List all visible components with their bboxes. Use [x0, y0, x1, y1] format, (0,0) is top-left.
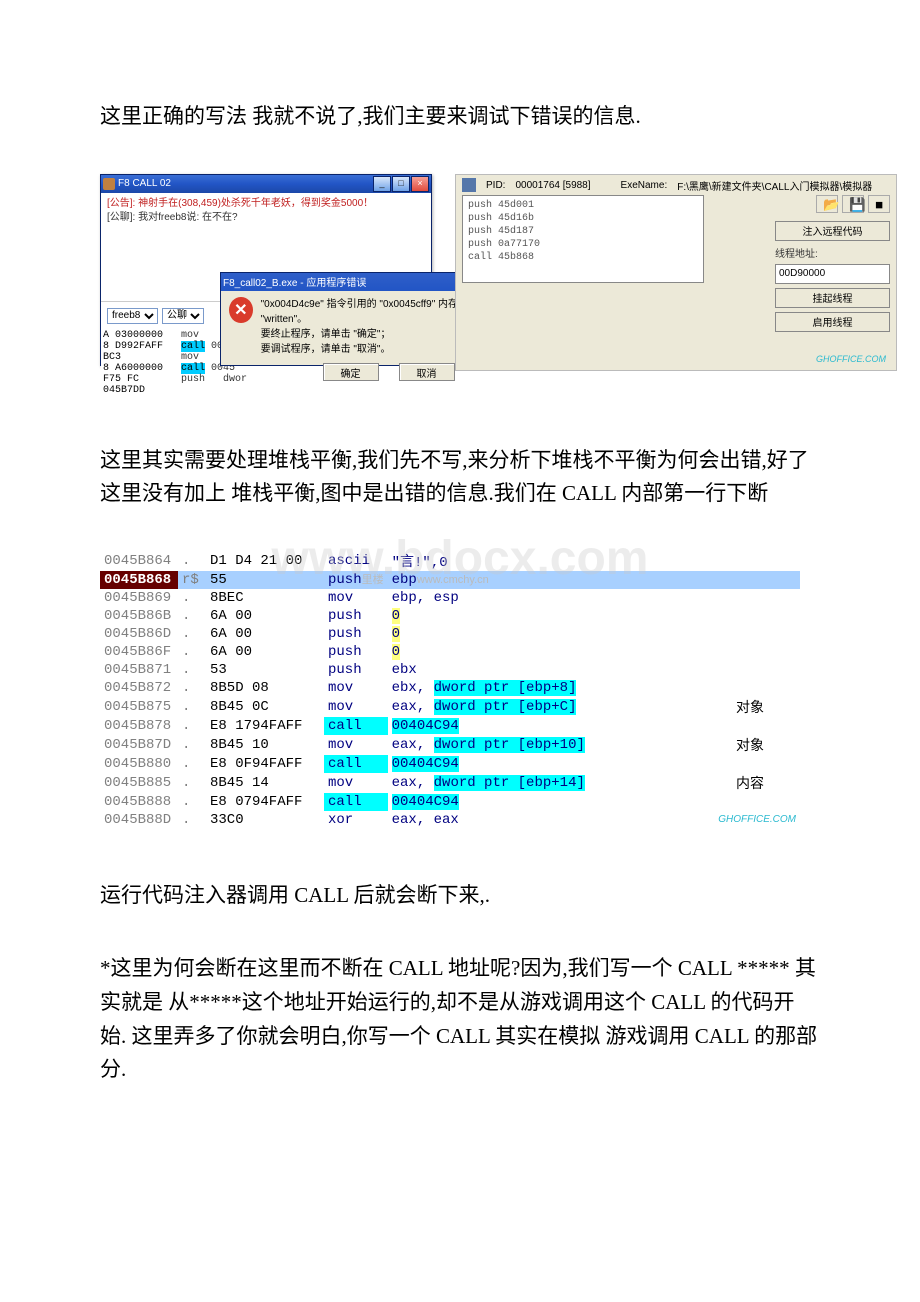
- watermark-brand: GHOFFICE.COM: [816, 354, 886, 364]
- disasm-row[interactable]: 0045B872.8B5D 08movebx, dword ptr [ebp+8…: [100, 679, 800, 697]
- thread-addr-input[interactable]: [775, 264, 890, 284]
- code-line: push 45d001: [468, 199, 698, 212]
- pid-label: PID:: [486, 180, 505, 191]
- suspend-thread-button[interactable]: 挂起线程: [775, 288, 890, 308]
- disasm-row[interactable]: 0045B86D.6A 00push0: [100, 625, 800, 643]
- paragraph-1: 这里正确的写法 我就不说了,我们主要来调试下错误的信息.: [100, 100, 820, 134]
- minimize-button[interactable]: _: [373, 176, 391, 192]
- code-line: push 45d16b: [468, 212, 698, 225]
- paragraph-3: 运行代码注入器调用 CALL 后就会断下来,.: [100, 879, 820, 913]
- disasm-row[interactable]: 0045B86B.6A 00push0: [100, 607, 800, 625]
- app-icon: [103, 178, 115, 190]
- disasm-row[interactable]: 0045B871.53pushebx: [100, 661, 800, 679]
- disasm-row[interactable]: 0045B88D.33C0xoreax, eax: [100, 811, 800, 829]
- screenshot-error-dialog: F8 CALL 02 _ □ × [公告]: 神射手在(308,459)处杀死千…: [100, 174, 890, 394]
- code-line: call 45b868: [468, 251, 698, 264]
- window-title: F8 CALL 02: [118, 178, 171, 189]
- disasm-row[interactable]: 0045B880.E8 0F94FAFFcall00404C94: [100, 755, 800, 773]
- disasm-row[interactable]: 0045B875.8B45 0Cmoveax, dword ptr [ebp+C…: [100, 697, 800, 717]
- code-line: push 45d187: [468, 225, 698, 238]
- resume-thread-button[interactable]: 启用线程: [775, 312, 890, 332]
- code-injector-panel: PID: 00001764 [5988] ExeName: F:\黑鹰\新建文件…: [455, 174, 897, 371]
- disasm-row[interactable]: 0045B86F.6A 00push0: [100, 643, 800, 661]
- disasm-row[interactable]: 0045B888.E8 0794FAFFcall00404C94: [100, 793, 800, 811]
- disasm-row[interactable]: 0045B885.8B45 14moveax, dword ptr [ebp+1…: [100, 773, 800, 793]
- inject-button[interactable]: 注入远程代码: [775, 221, 890, 241]
- stop-icon[interactable]: ■: [868, 195, 890, 213]
- disasm-row[interactable]: 0045B869.8BECmovebp, esp: [100, 589, 800, 607]
- disasm-row[interactable]: 0045B878.E8 1794FAFFcall00404C94: [100, 717, 800, 735]
- thread-addr-label: 线程地址:: [775, 245, 890, 260]
- chat-line-announce: [公告]: 神射手在(308,459)处杀死千年老妖，得到奖金5000！: [107, 197, 425, 211]
- paragraph-2: 这里其实需要处理堆栈平衡,我们先不写,来分析下堆栈不平衡为何会出错,好了 这里没…: [100, 444, 820, 511]
- paragraph-4: *这里为何会断在这里而不断在 CALL 地址呢?因为,我们写一个 CALL **…: [100, 952, 820, 1086]
- disasm-row[interactable]: 0045B864.D1 D4 21 00ascii"言!",0: [100, 551, 800, 571]
- exe-value: F:\黑鹰\新建文件夹\CALL入门模拟器\模拟器: [677, 178, 872, 193]
- disasm-row[interactable]: 0045B87D.8B45 10moveax, dword ptr [ebp+1…: [100, 735, 800, 755]
- target-select[interactable]: freeb8: [107, 308, 158, 324]
- channel-select[interactable]: 公聊: [162, 308, 204, 324]
- open-file-icon[interactable]: 📂: [816, 195, 838, 213]
- cancel-button[interactable]: 取消: [399, 363, 455, 381]
- exe-label: ExeName:: [621, 180, 668, 191]
- watermark-brand-2: GHOFFICE.COM: [718, 814, 796, 825]
- disasm-row[interactable]: 0045B868r$55push里楼ebpwww.cmchy.cn: [100, 571, 800, 589]
- screenshot-disassembly: 0045B864.D1 D4 21 00ascii"言!",00045B868r…: [100, 551, 800, 829]
- maximize-button[interactable]: □: [392, 176, 410, 192]
- error-icon: ✕: [229, 297, 253, 323]
- code-line: push 0a77170: [468, 238, 698, 251]
- error-title: F8_call02_B.exe - 应用程序错误: [223, 274, 366, 289]
- injector-icon: [462, 178, 476, 192]
- pid-value: 00001764 [5988]: [515, 180, 590, 191]
- save-icon[interactable]: 💾: [842, 195, 864, 213]
- chat-line-msg: [公聊]: 我对freeb8说: 在不在?: [107, 211, 425, 225]
- close-button[interactable]: ×: [411, 176, 429, 192]
- window-titlebar[interactable]: F8 CALL 02 _ □ ×: [101, 175, 431, 193]
- ok-button[interactable]: 确定: [323, 363, 379, 381]
- asm-code-input[interactable]: push 45d001push 45d16bpush 45d187push 0a…: [462, 195, 704, 283]
